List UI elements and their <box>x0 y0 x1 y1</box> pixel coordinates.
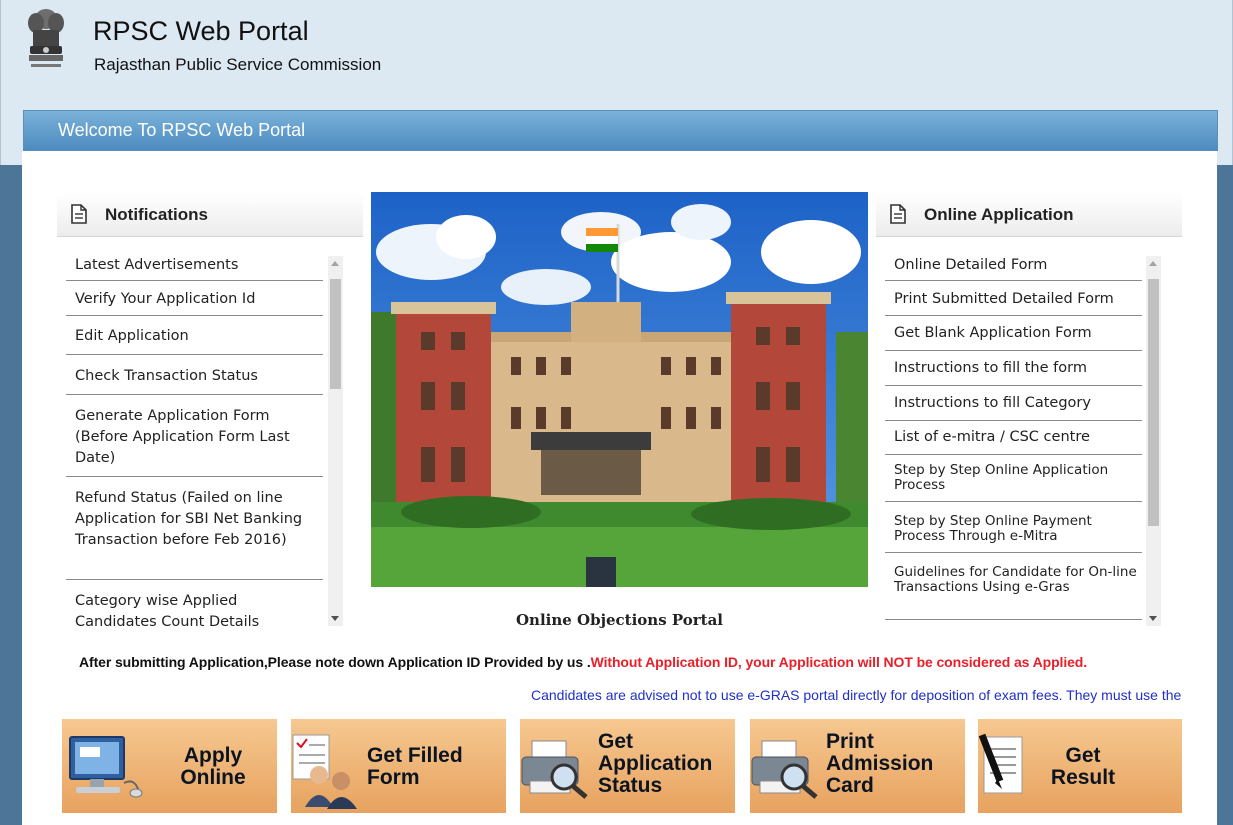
scroll-up-arrow-icon[interactable] <box>331 261 339 266</box>
scroll-thumb[interactable] <box>330 279 341 389</box>
notice-text: After submitting Application,Please note… <box>79 654 591 670</box>
left-border-strip <box>0 165 22 825</box>
notifications-heading: Notifications <box>105 205 208 224</box>
online-item-egras-guidelines[interactable]: Guidelines for Candidate for On-line Tra… <box>885 564 1142 620</box>
get-result-label-2: Result <box>1050 766 1116 789</box>
site-title: RPSC Web Portal <box>93 16 309 46</box>
scroll-thumb[interactable] <box>1148 279 1159 526</box>
document-icon <box>71 204 87 224</box>
right-border-strip <box>1217 165 1233 825</box>
get-result-tile[interactable]: Get Result <box>978 719 1182 813</box>
application-status-label-2: Application <box>598 752 713 775</box>
scrolling-notice-text: Candidates are advised not to use e-GRAS… <box>531 687 1183 703</box>
get-filled-form-tile[interactable]: Get Filled Form <box>291 719 506 813</box>
site-header: RPSC Web Portal Rajasthan Public Service… <box>0 0 1233 165</box>
get-result-label-1: Get <box>1065 744 1101 767</box>
welcome-text: Welcome To RPSC Web Portal <box>58 120 306 140</box>
notification-item-latest-advertisements[interactable]: Latest Advertisements <box>66 254 323 281</box>
get-filled-form-label-2: Form <box>367 766 420 789</box>
online-item-instructions-form[interactable]: Instructions to fill the form <box>885 357 1142 386</box>
online-item-instructions-category[interactable]: Instructions to fill Category <box>885 392 1142 421</box>
online-item-step-by-step-payment[interactable]: Step by Step Online Payment Process Thro… <box>885 513 1142 553</box>
application-status-label-1: Get <box>598 730 634 753</box>
rpsc-building-banner <box>371 192 868 587</box>
state-emblem-icon <box>21 5 71 71</box>
online-item-blank-application-form[interactable]: Get Blank Application Form <box>885 322 1142 351</box>
people-form-icon <box>292 734 357 809</box>
print-admission-card-tile[interactable]: Print Admission Card <box>750 719 965 813</box>
online-application-scrollbar[interactable] <box>1146 256 1161 626</box>
scroll-up-arrow-icon[interactable] <box>1149 261 1157 266</box>
apply-online-tile[interactable]: Apply Online <box>62 719 277 813</box>
apply-online-label-2: Online <box>180 766 246 789</box>
apply-online-label-1: Apply <box>183 744 243 767</box>
notification-item-check-transaction-status[interactable]: Check Transaction Status <box>66 365 323 395</box>
notice-warning-text: Without Application ID, your Application… <box>590 654 1088 670</box>
computer-icon <box>69 736 143 798</box>
notification-item-edit-application[interactable]: Edit Application <box>66 325 323 355</box>
online-item-step-by-step-application[interactable]: Step by Step Online Application Process <box>885 462 1142 502</box>
notifications-header: Notifications <box>57 193 363 237</box>
document-pen-icon <box>978 733 1023 794</box>
get-filled-form-label-1: Get Filled <box>367 744 463 767</box>
scrolling-notice: Candidates are advised not to use e-GRAS… <box>528 686 1183 708</box>
notification-item-refund-status[interactable]: Refund Status (Failed on line Applicatio… <box>66 488 323 580</box>
scroll-down-arrow-icon[interactable] <box>331 616 339 621</box>
application-status-label-3: Status <box>598 774 663 797</box>
online-application-header: Online Application <box>876 193 1182 237</box>
admission-card-label-2: Admission <box>826 752 934 775</box>
get-application-status-tile[interactable]: Get Application Status <box>520 719 735 813</box>
printer-search-icon <box>521 740 588 799</box>
online-item-print-submitted-form[interactable]: Print Submitted Detailed Form <box>885 288 1142 316</box>
online-objections-portal-link[interactable]: Online Objections Portal <box>371 611 868 629</box>
welcome-bar: Welcome To RPSC Web Portal <box>23 110 1218 151</box>
notification-item-generate-application-form[interactable]: Generate Application Form (Before Applic… <box>66 405 323 477</box>
online-item-detailed-form[interactable]: Online Detailed Form <box>885 254 1142 281</box>
notification-item-category-wise-count[interactable]: Category wise Applied Candidates Count D… <box>66 590 323 626</box>
site-subtitle: Rajasthan Public Service Commission <box>94 55 382 74</box>
admission-card-label-1: Print <box>826 730 874 753</box>
printer-search-icon <box>751 740 818 799</box>
scroll-down-arrow-icon[interactable] <box>1149 616 1157 621</box>
rpsc-building-image <box>371 192 868 587</box>
online-item-emitra-csc-list[interactable]: List of e-mitra / CSC centre <box>885 426 1142 455</box>
admission-card-label-3: Card <box>826 774 874 797</box>
online-application-heading: Online Application <box>924 205 1074 224</box>
notifications-scrollbar[interactable] <box>328 256 343 626</box>
notification-item-verify-application-id[interactable]: Verify Your Application Id <box>66 288 323 316</box>
application-id-notice: After submitting Application,Please note… <box>79 654 1087 670</box>
document-icon <box>890 204 906 224</box>
